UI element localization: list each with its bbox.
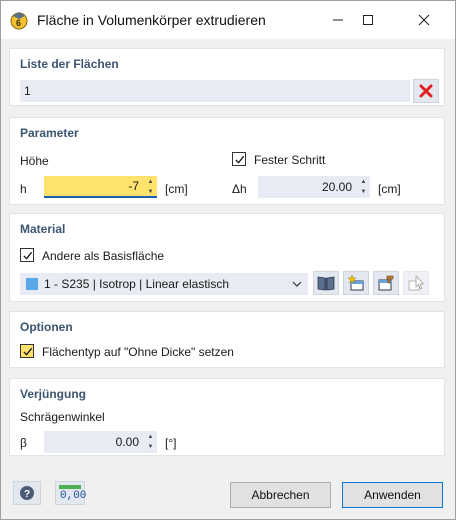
units-button[interactable]: 0,00 bbox=[55, 481, 87, 505]
taper-section: Verjüngung Schrägenwinkel β 0.00 ▲ ▼ [°] bbox=[9, 378, 445, 456]
svg-text:6: 6 bbox=[16, 18, 21, 28]
surfaces-list-input[interactable]: 1 bbox=[20, 80, 410, 102]
spin-down-icon[interactable]: ▼ bbox=[146, 443, 155, 451]
units-bar-icon bbox=[59, 485, 81, 489]
height-label: Höhe bbox=[20, 154, 49, 168]
close-icon bbox=[418, 14, 430, 26]
checkmark-icon bbox=[22, 347, 32, 356]
svg-text:?: ? bbox=[24, 489, 30, 500]
taper-section-title: Verjüngung bbox=[20, 387, 86, 401]
material-selected-value: 1 - S235 | Isotrop | Linear elastisch bbox=[44, 277, 229, 291]
new-material-icon bbox=[347, 274, 364, 291]
chevron-down-icon bbox=[292, 281, 302, 287]
parameter-section: Parameter Höhe h -7 ▲ ▼ [cm] Fester Schr… bbox=[9, 117, 445, 205]
h-spinner[interactable]: ▲ ▼ bbox=[146, 178, 155, 196]
options-section-title: Optionen bbox=[20, 320, 73, 334]
h-input[interactable]: -7 ▲ ▼ bbox=[44, 176, 157, 198]
surface-type-checkbox[interactable] bbox=[20, 344, 34, 358]
maximize-button[interactable] bbox=[345, 1, 391, 39]
beta-spinner[interactable]: ▲ ▼ bbox=[146, 433, 155, 451]
fixed-step-checkbox[interactable] bbox=[232, 152, 246, 166]
material-section: Material Andere als Basisfläche 1 - S235… bbox=[9, 213, 445, 302]
close-button[interactable] bbox=[401, 1, 447, 39]
window-title: Fläche in Volumenkörper extrudieren bbox=[37, 12, 266, 28]
dh-unit: [cm] bbox=[378, 182, 401, 196]
beta-value: 0.00 bbox=[115, 435, 139, 449]
angle-label: Schrägenwinkel bbox=[20, 410, 105, 424]
spin-down-icon[interactable]: ▼ bbox=[146, 188, 155, 196]
h-value: -7 bbox=[128, 179, 139, 193]
dh-value: 20.00 bbox=[321, 180, 352, 194]
edit-material-icon bbox=[378, 275, 394, 291]
cancel-button[interactable]: Abbrechen bbox=[230, 482, 331, 508]
other-than-base-checkbox[interactable] bbox=[20, 248, 34, 262]
maximize-icon bbox=[363, 15, 373, 25]
help-icon: ? bbox=[20, 486, 34, 500]
parameter-section-title: Parameter bbox=[20, 126, 79, 140]
checkmark-icon bbox=[234, 155, 244, 164]
dh-input[interactable]: 20.00 ▲ ▼ bbox=[258, 176, 370, 198]
title-bar: 6 Fläche in Volumenkörper extrudieren bbox=[1, 1, 455, 39]
pick-material-icon bbox=[408, 274, 425, 291]
pick-material-button[interactable] bbox=[403, 271, 429, 295]
options-section: Optionen Flächentyp auf "Ohne Dicke" set… bbox=[9, 311, 445, 368]
beta-unit: [°] bbox=[165, 436, 177, 450]
spin-up-icon[interactable]: ▲ bbox=[359, 178, 368, 186]
beta-input[interactable]: 0.00 ▲ ▼ bbox=[44, 431, 157, 453]
help-button[interactable]: ? bbox=[13, 481, 41, 505]
other-than-base-label: Andere als Basisfläche bbox=[42, 249, 165, 263]
spin-up-icon[interactable]: ▲ bbox=[146, 433, 155, 441]
material-select[interactable]: 1 - S235 | Isotrop | Linear elastisch bbox=[20, 273, 308, 295]
spin-down-icon[interactable]: ▼ bbox=[359, 188, 368, 196]
new-material-button[interactable] bbox=[343, 271, 369, 295]
dh-label: Δh bbox=[232, 182, 247, 196]
units-value: 0,00 bbox=[60, 490, 87, 502]
delete-list-button[interactable] bbox=[413, 79, 439, 103]
spin-up-icon[interactable]: ▲ bbox=[146, 178, 155, 186]
apply-button[interactable]: Anwenden bbox=[342, 482, 443, 508]
material-section-title: Material bbox=[20, 222, 66, 236]
beta-label: β bbox=[20, 436, 27, 450]
book-icon bbox=[317, 276, 335, 291]
dialog-window: 6 Fläche in Volumenkörper extrudieren Li… bbox=[0, 0, 456, 520]
delete-x-icon bbox=[419, 84, 433, 98]
h-unit: [cm] bbox=[165, 182, 188, 196]
h-label: h bbox=[20, 182, 27, 196]
surface-type-label: Flächentyp auf "Ohne Dicke" setzen bbox=[42, 345, 234, 359]
minimize-icon bbox=[333, 19, 343, 21]
dh-spinner[interactable]: ▲ ▼ bbox=[359, 178, 368, 196]
material-library-button[interactable] bbox=[313, 271, 339, 295]
surfaces-section: Liste der Flächen 1 bbox=[9, 48, 445, 106]
app-icon: 6 bbox=[10, 12, 28, 30]
checkmark-icon bbox=[22, 251, 32, 260]
edit-material-button[interactable] bbox=[373, 271, 399, 295]
material-color-swatch bbox=[26, 278, 38, 290]
surfaces-section-title: Liste der Flächen bbox=[20, 57, 119, 71]
fixed-step-label: Fester Schritt bbox=[254, 153, 326, 167]
